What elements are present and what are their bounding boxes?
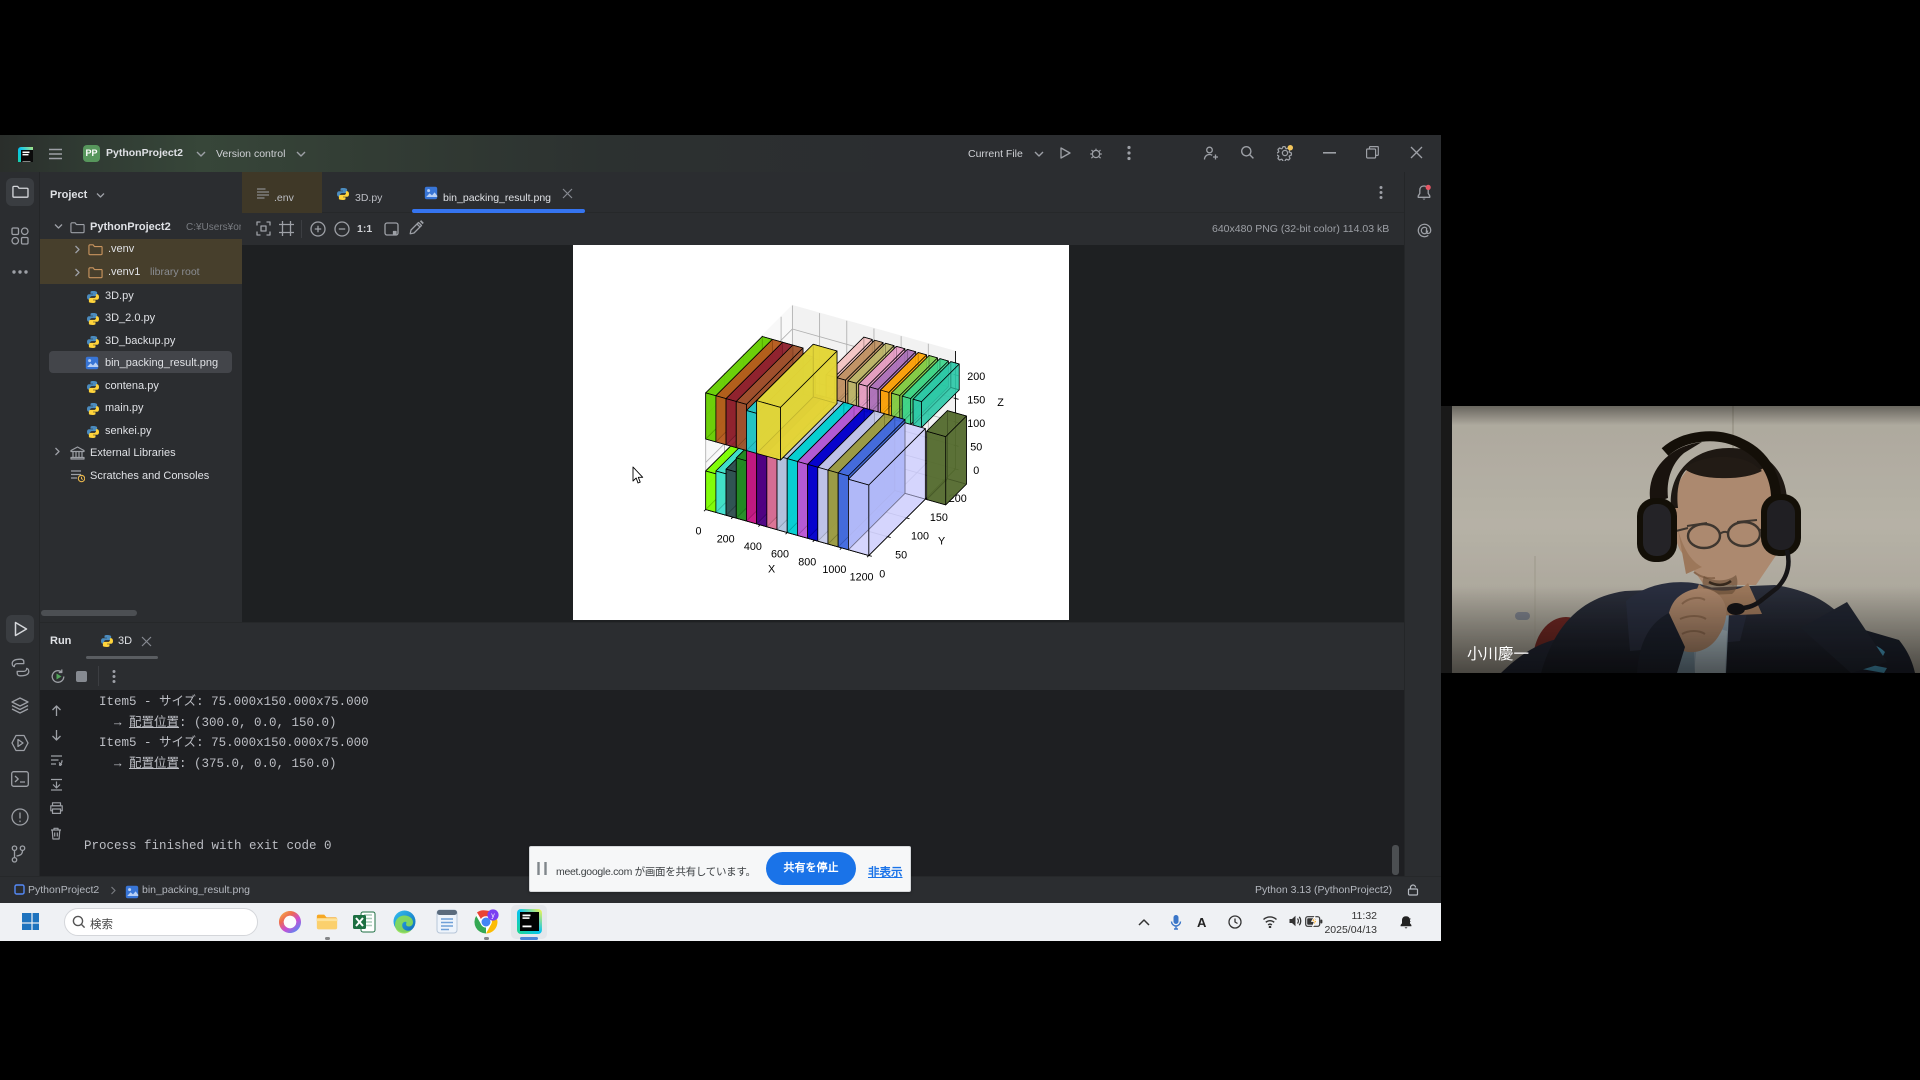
- svg-text:y: y: [491, 912, 495, 919]
- svg-text:150: 150: [967, 394, 985, 406]
- svg-text:200: 200: [967, 371, 985, 383]
- svg-text:200: 200: [717, 533, 735, 545]
- svg-text:50: 50: [895, 549, 907, 561]
- svg-text:400: 400: [744, 541, 762, 553]
- svg-text:800: 800: [798, 556, 816, 568]
- svg-text:0: 0: [973, 465, 979, 477]
- svg-text:100: 100: [911, 531, 929, 543]
- svg-text:150: 150: [930, 512, 948, 524]
- svg-text:100: 100: [967, 418, 985, 430]
- svg-text:600: 600: [771, 549, 789, 561]
- svg-text:0: 0: [696, 526, 702, 538]
- svg-text:Y: Y: [938, 536, 945, 548]
- svg-text:Z: Z: [997, 397, 1004, 409]
- svg-text:0: 0: [879, 568, 885, 580]
- svg-text:1000: 1000: [822, 564, 846, 576]
- svg-text:z: z: [1408, 918, 1411, 924]
- svg-text:小川慶一: 小川慶一: [1467, 645, 1529, 663]
- svg-text:X: X: [768, 563, 775, 575]
- svg-text:1200: 1200: [850, 572, 874, 584]
- svg-text:50: 50: [970, 441, 982, 453]
